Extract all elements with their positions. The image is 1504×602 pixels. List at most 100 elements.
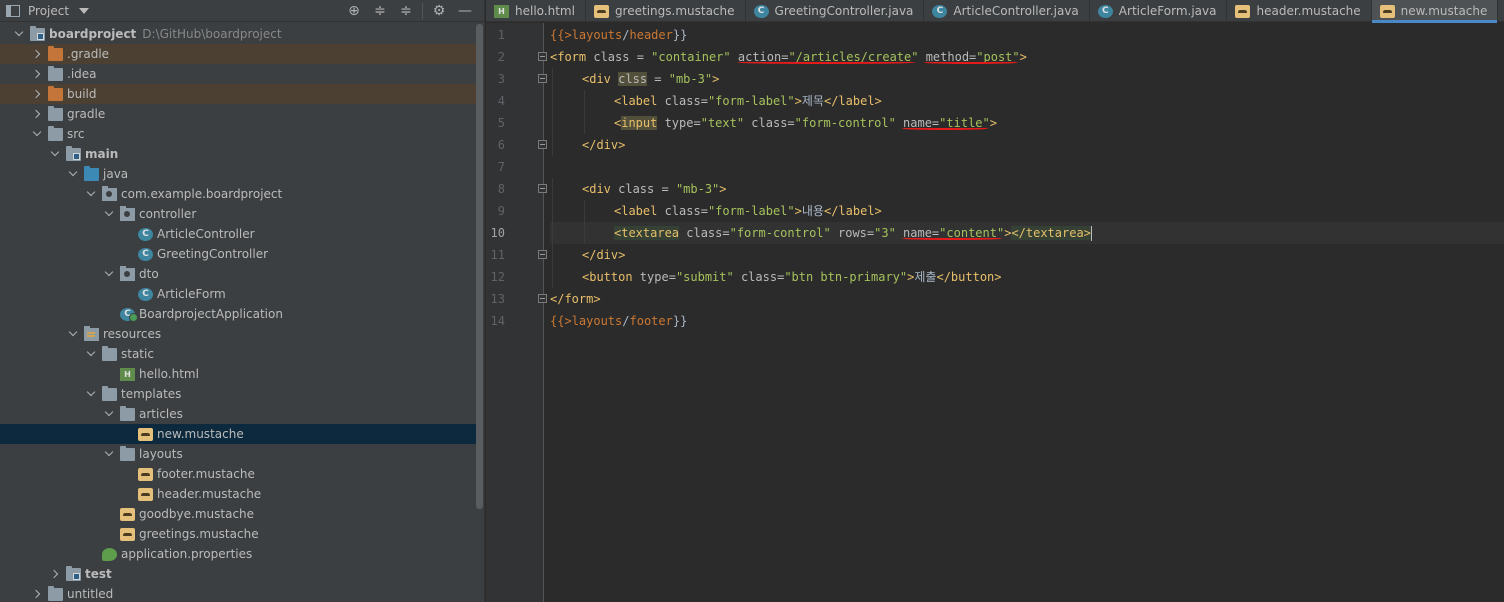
minimize-icon[interactable]: —	[452, 0, 478, 22]
tree-item[interactable]: layouts	[0, 444, 478, 464]
editor-gutter[interactable]: 1 2 3 4 5 6 7 8 9 10 11 12 13 14	[486, 23, 547, 602]
code-line[interactable]: </div>	[550, 134, 1504, 156]
tree-item[interactable]: C ArticleForm	[0, 284, 478, 304]
chevron-right-icon[interactable]	[30, 584, 44, 602]
tree-item[interactable]: resources	[0, 324, 478, 344]
chevron-down-icon[interactable]	[84, 384, 98, 404]
editor-tab-label: ArticleForm.java	[1118, 4, 1217, 18]
tree-item[interactable]: java	[0, 164, 478, 184]
chevron-down-icon[interactable]	[84, 184, 98, 204]
code-line[interactable]: </div>	[550, 244, 1504, 266]
code-line[interactable]: {{>layouts/header}}	[550, 24, 1504, 46]
tree-item[interactable]: build	[0, 84, 478, 104]
code-line[interactable]: <label class="form-label">제목</label>	[550, 90, 1504, 112]
chevron-down-icon[interactable]	[102, 404, 116, 424]
chevron-right-icon[interactable]	[30, 64, 44, 84]
editor-tab[interactable]: new.mustache	[1371, 0, 1499, 23]
code-line[interactable]: <button type="submit" class="btn btn-pri…	[550, 266, 1504, 288]
tree-item[interactable]: .gradle	[0, 44, 478, 64]
fold-marker-icon[interactable]	[538, 294, 547, 303]
tree-item[interactable]: C BoardprojectApplication	[0, 304, 478, 324]
chevron-right-icon[interactable]	[48, 564, 62, 584]
tree-item[interactable]: test	[0, 564, 478, 584]
fold-marker-icon[interactable]	[538, 250, 547, 259]
chevron-right-icon[interactable]	[30, 44, 44, 64]
chevron-right-icon[interactable]	[30, 84, 44, 104]
tree-item[interactable]: Hhello.html	[0, 364, 478, 384]
java-class-icon: C	[1097, 4, 1113, 18]
chevron-down-icon[interactable]	[12, 24, 26, 44]
code-editor[interactable]: {{>layouts/header}} <form class = "contai…	[550, 23, 1504, 602]
chevron-down-icon[interactable]	[66, 324, 80, 344]
tree-item[interactable]: dto	[0, 264, 478, 284]
code-content: <button type="submit" class="btn btn-pri…	[582, 270, 1002, 284]
tree-item[interactable]: goodbye.mustache	[0, 504, 478, 524]
code-line[interactable]: <div clss = "mb-3">	[550, 68, 1504, 90]
editor-tab[interactable]: header.mustache	[1227, 0, 1372, 22]
tree-item-path: D:\GitHub\boardproject	[142, 27, 282, 41]
tree-item[interactable]: templates	[0, 384, 478, 404]
code-token: </button>	[936, 270, 1002, 284]
code-line[interactable]: </form>	[550, 288, 1504, 310]
tree-item[interactable]: src	[0, 124, 478, 144]
chevron-down-icon[interactable]	[102, 444, 116, 464]
code-line[interactable]: <textarea class="form-control" rows="3" …	[550, 222, 1504, 244]
tree-item[interactable]: gradle	[0, 104, 478, 124]
chevron-down-icon[interactable]	[102, 264, 116, 284]
tree-item-label: dto	[139, 267, 159, 281]
editor-tab[interactable]: greetings.mustache	[586, 0, 746, 22]
package-icon	[102, 185, 117, 201]
folder-icon	[102, 345, 117, 361]
code-line[interactable]: <form class = "container" action="/artic…	[550, 46, 1504, 68]
line-number: 12	[490, 270, 505, 284]
chevron-down-icon[interactable]	[66, 164, 80, 184]
tree-item[interactable]: articles	[0, 404, 478, 424]
chevron-right-icon[interactable]	[30, 104, 44, 124]
chevron-down-icon[interactable]	[48, 144, 62, 164]
tree-item-label: com.example.boardproject	[121, 187, 283, 201]
chevron-down-icon[interactable]	[30, 124, 44, 144]
fold-marker-icon[interactable]	[538, 52, 547, 61]
tree-item[interactable]: header.mustache	[0, 484, 478, 504]
editor-tab[interactable]: C GreetingController.java	[746, 0, 925, 22]
tree-item[interactable]: application.properties	[0, 544, 478, 564]
indent-guide	[584, 200, 585, 222]
tree-item-label: .gradle	[67, 47, 110, 61]
code-line[interactable]: <input type="text" class="form-control" …	[550, 112, 1504, 134]
tree-item[interactable]: com.example.boardproject	[0, 184, 478, 204]
chevron-down-icon[interactable]	[84, 344, 98, 364]
collapse-all-icon[interactable]: ≑	[393, 0, 419, 22]
fold-marker-icon[interactable]	[538, 140, 547, 149]
locate-icon[interactable]: ⊕	[341, 0, 367, 22]
chevron-down-icon[interactable]	[79, 7, 90, 14]
tree-item[interactable]: main	[0, 144, 478, 164]
tree-item[interactable]: static	[0, 344, 478, 364]
code-line[interactable]: <div class = "mb-3">	[550, 178, 1504, 200]
gear-icon[interactable]: ⚙	[426, 0, 452, 22]
editor-tab[interactable]: Hhello.html	[486, 0, 586, 22]
tree-item[interactable]: footer.mustache	[0, 464, 478, 484]
code-line[interactable]	[550, 156, 1504, 178]
tree-item[interactable]: .idea	[0, 64, 478, 84]
chevron-down-icon[interactable]	[102, 204, 116, 224]
fold-marker-icon[interactable]	[538, 74, 547, 83]
code-token: layouts	[571, 314, 623, 328]
fold-marker-icon[interactable]	[538, 184, 547, 193]
editor-tab[interactable]: C ArticleForm.java	[1090, 0, 1228, 22]
tree-item[interactable]: greetings.mustache	[0, 524, 478, 544]
project-pane-header[interactable]: Project ⊕ ≑ ≑ ⚙ —	[0, 0, 484, 22]
tree-item[interactable]: boardproject D:\GitHub\boardproject	[0, 24, 478, 44]
java-class-icon: C	[932, 4, 948, 18]
tree-item[interactable]: untitled	[0, 584, 478, 602]
code-line[interactable]: {{>layouts/footer}}	[550, 310, 1504, 332]
toolbar-divider	[422, 3, 423, 19]
tree-item[interactable]: C ArticleController	[0, 224, 478, 244]
tree-item[interactable]: controller	[0, 204, 478, 224]
editor-tab[interactable]: C ArticleController.java	[924, 0, 1090, 22]
code-line[interactable]: <label class="form-label">내용</label>	[550, 200, 1504, 222]
tree-item[interactable]: new.mustache	[0, 424, 478, 444]
tree-item[interactable]: C GreetingController	[0, 244, 478, 264]
tree-item-label: footer.mustache	[157, 467, 255, 481]
expand-all-icon[interactable]: ≑	[367, 0, 393, 22]
